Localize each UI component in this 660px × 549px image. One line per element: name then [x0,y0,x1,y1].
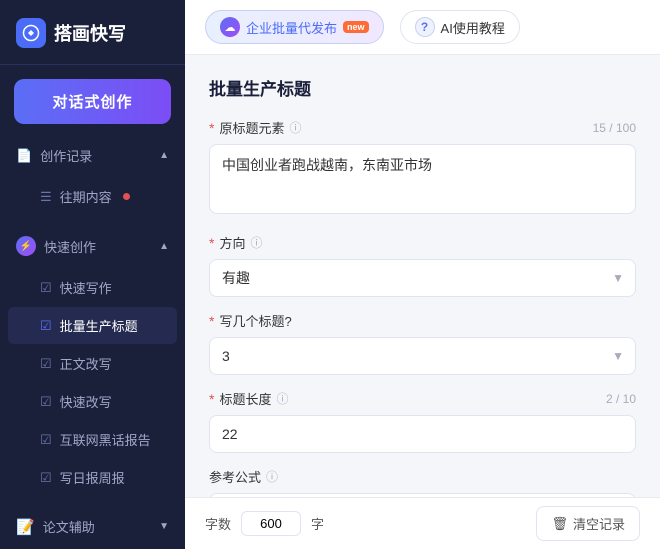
logo-text: 搭画快写 [54,20,126,46]
sidebar-item-rewrite[interactable]: ☑ 正文改写 [8,345,177,382]
word-count-unit: 字 [311,514,324,533]
sidebar-item-daily-weekly[interactable]: ☑ 写日报周报 [8,459,177,496]
title-length-input[interactable] [209,415,636,453]
help-icon-2[interactable]: ⓘ [250,234,262,251]
label-quick-writing: 快速写作 [60,278,112,297]
trash-icon: 🗑 [551,516,568,532]
word-count-label: 字数 [205,514,231,533]
help-icon: ? [415,17,435,37]
badge-dot [123,193,130,200]
label-formula: 参考公式 ⓘ [209,467,636,486]
clear-button[interactable]: 🗑 清空记录 [536,506,640,541]
section-header-quick-creation[interactable]: ⚡ 快速创作 ▲ [0,228,185,264]
subsection-creation-records: ☰ 往期内容 [0,173,185,220]
label-text-count: 写几个标题? [219,311,291,330]
count-title-length: 2 / 10 [606,392,636,406]
label-text-source-elements: 原标题元素 [219,118,284,137]
ai-tutorial-label: AI使用教程 [441,18,505,37]
label-source-elements: * 原标题元素 ⓘ 15 / 100 [209,118,636,137]
subsection-quick-creation: ☑ 快速写作 ☑ 批量生产标题 ☑ 正文改写 ☑ 快速改写 ☑ 互联网黑话报告 … [0,264,185,501]
section-label-quick-creation: 快速创作 [44,237,96,256]
section-paper-assist: 📝 论文辅助 ▼ [0,505,185,548]
icon-rewrite: ☑ [40,356,52,372]
sidebar-item-quick-writing[interactable]: ☑ 快速写作 [8,269,177,306]
label-direction: * 方向 ⓘ [209,233,636,252]
chevron-up-icon: ▲ [159,150,169,161]
sidebar-item-buzzword[interactable]: ☑ 互联网黑话报告 [8,421,177,458]
form-group-direction: * 方向 ⓘ 有趣 严肃 感性 理性 ▼ [209,233,636,297]
logo-icon [16,18,46,48]
icon-buzzword: ☑ [40,432,52,448]
logo: 搭画快写 [0,0,185,65]
label-rewrite: 正文改写 [60,354,112,373]
chevron-up-icon-2: ▲ [159,241,169,252]
count-select-wrapper: 1 2 3 4 5 ▼ [209,337,636,375]
main-area: ☁ 企业批量代发布 new ? AI使用教程 批量生产标题 * 原标题元素 ⓘ … [185,0,660,549]
sidebar: 搭画快写 对话式创作 📄 创作记录 ▲ ☰ 往期内容 ⚡ 快速创作 ▲ [0,0,185,549]
label-text-formula: 参考公式 [209,467,261,486]
label-text-title-length: 标题长度 [219,389,271,408]
label-batch-titles: 批量生产标题 [60,316,138,335]
direction-select[interactable]: 有趣 严肃 感性 理性 [209,259,636,297]
icon-quick-rewrite: ☑ [40,394,52,410]
word-count-input[interactable] [241,511,301,536]
required-mark-3: * [209,313,214,329]
section-quick-creation: ⚡ 快速创作 ▲ ☑ 快速写作 ☑ 批量生产标题 ☑ 正文改写 ☑ 快速改写 [0,224,185,505]
formula-select[interactable]: 细分人群+数字+结果 痛点+解决方案 疑问式标题 [209,493,636,497]
label-buzzword: 互联网黑话报告 [60,430,151,449]
section-header-paper-assist[interactable]: 📝 论文辅助 ▼ [0,509,185,544]
bottom-bar: 字数 字 🗑 清空记录 [185,497,660,549]
sidebar-item-past-content[interactable]: ☰ 往期内容 [8,178,177,215]
formula-select-wrapper: 细分人群+数字+结果 痛点+解决方案 疑问式标题 ▼ [209,493,636,497]
form-group-title-length: * 标题长度 ⓘ 2 / 10 [209,389,636,453]
main-button[interactable]: 对话式创作 [14,79,171,124]
avatar-icon: ⚡ [16,236,36,256]
help-icon-4[interactable]: ⓘ [276,390,288,407]
direction-select-wrapper: 有趣 严肃 感性 理性 ▼ [209,259,636,297]
item-label-past-content: 往期内容 [60,187,112,206]
item-icon-past-content: ☰ [40,189,52,205]
label-quick-rewrite: 快速改写 [60,392,112,411]
content-area: 批量生产标题 * 原标题元素 ⓘ 15 / 100 * 方向 ⓘ 有趣 严肃 [185,55,660,497]
label-title-length: * 标题长度 ⓘ 2 / 10 [209,389,636,408]
section-label-creation-records: 创作记录 [40,146,92,165]
label-count: * 写几个标题? [209,311,636,330]
count-source-elements: 15 / 100 [593,121,636,135]
section-header-creation-records[interactable]: 📄 创作记录 ▲ [0,138,185,173]
icon-quick-writing: ☑ [40,280,52,296]
form-group-formula: 参考公式 ⓘ 细分人群+数字+结果 痛点+解决方案 疑问式标题 ▼ [209,467,636,497]
enterprise-publish-label: 企业批量代发布 [246,18,337,37]
form-group-count: * 写几个标题? 1 2 3 4 5 ▼ [209,311,636,375]
required-mark-4: * [209,391,214,407]
required-mark-2: * [209,235,214,251]
chevron-down-icon: ▼ [159,521,169,532]
publish-icon: ☁ [220,17,240,37]
icon-batch-titles: ☑ [40,318,52,334]
icon-daily-weekly: ☑ [40,470,52,486]
section-creation-records: 📄 创作记录 ▲ ☰ 往期内容 [0,134,185,224]
help-icon-1[interactable]: ⓘ [289,119,301,136]
clear-label: 清空记录 [573,514,625,533]
label-text-direction: 方向 [219,233,245,252]
count-select[interactable]: 1 2 3 4 5 [209,337,636,375]
ai-tutorial-button[interactable]: ? AI使用教程 [400,10,520,44]
label-daily-weekly: 写日报周报 [60,468,125,487]
topbar: ☁ 企业批量代发布 new ? AI使用教程 [185,0,660,55]
source-elements-input[interactable] [209,144,636,214]
sidebar-item-quick-rewrite[interactable]: ☑ 快速改写 [8,383,177,420]
form-group-source-elements: * 原标题元素 ⓘ 15 / 100 [209,118,636,219]
help-icon-5[interactable]: ⓘ [266,468,278,485]
new-badge: new [343,21,369,33]
doc-icon: 📄 [16,148,32,164]
sidebar-item-batch-titles[interactable]: ☑ 批量生产标题 [8,307,177,344]
enterprise-publish-button[interactable]: ☁ 企业批量代发布 new [205,10,384,44]
paper-icon: 📝 [16,518,35,536]
section-label-paper-assist: 论文辅助 [43,517,95,536]
page-title: 批量生产标题 [209,75,636,100]
required-mark-1: * [209,120,214,136]
